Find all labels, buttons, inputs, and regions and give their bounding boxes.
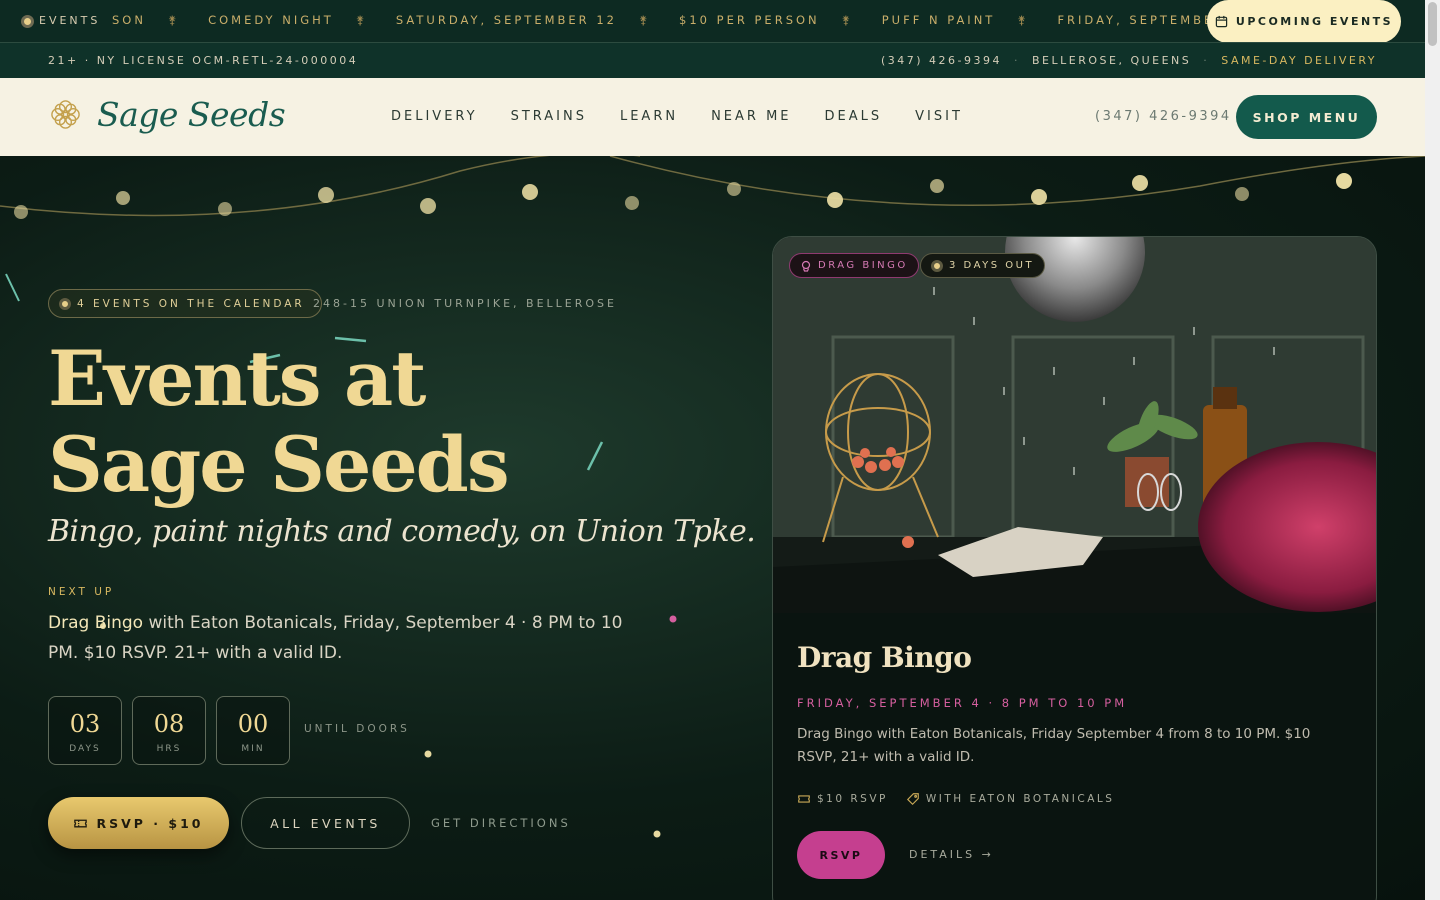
crown-icon <box>801 260 811 272</box>
upcoming-events-button[interactable]: UPCOMING EVENTS <box>1207 0 1401 42</box>
event-photo: DRAG BINGO 3 DAYS OUT <box>773 237 1376 613</box>
separator-dot: · <box>1014 54 1021 67</box>
infobar-phone-link[interactable]: (347) 426-9394 <box>881 54 1002 67</box>
shop-menu-button[interactable]: SHOP MENU <box>1236 95 1377 139</box>
ticker-separator-icon: ⚵ <box>841 13 854 27</box>
ticket-icon <box>798 795 810 803</box>
featured-event-card: DRAG BINGO 3 DAYS OUT Drag Bingo FRIDAY,… <box>772 236 1377 900</box>
days-out-tag: 3 DAYS OUT <box>920 253 1046 278</box>
ticker-item: SATURDAY, SEPTEMBER 12 <box>395 13 617 27</box>
countdown-hours: 08 HRS <box>132 696 206 765</box>
ticker-separator-icon: ⚵ <box>1017 13 1029 27</box>
event-price-label: $10 RSVP <box>817 793 888 805</box>
nav-menu: DELIVERY STRAINS LEARN NEAR ME DEALS VIS… <box>391 109 963 124</box>
ticker-track: SON ⚵ COMEDY NIGHT ⚵ SATURDAY, SEPTEMBER 1… <box>112 13 1264 29</box>
nav-item-deals[interactable]: DEALS <box>825 109 883 124</box>
event-details-link[interactable]: DETAILS → <box>909 848 994 861</box>
countdown-value: 03 <box>69 710 101 738</box>
countdown-days: 03 DAYS <box>48 696 122 765</box>
page-title: Events at Sage Seeds <box>48 334 510 509</box>
ticker-item: PUFF N PAINT <box>881 13 996 27</box>
event-title: Drag Bingo <box>797 641 972 674</box>
store-address: 248-15 UNION TURNPIKE, BELLEROSE <box>313 297 617 310</box>
days-out-label: 3 DAYS OUT <box>949 260 1035 271</box>
separator-dot: · <box>1203 54 1210 67</box>
get-directions-link[interactable]: GET DIRECTIONS <box>431 816 571 830</box>
countdown-value: 00 <box>237 710 269 738</box>
info-bar: 21+ · NY LICENSE OCM-RETL-24-000004 (347… <box>0 43 1425 78</box>
ticker-status-dot <box>21 15 34 28</box>
license-text: 21+ · NY LICENSE OCM-RETL-24-000004 <box>48 54 359 67</box>
brand-logo-link[interactable]: Sage Seeds <box>48 95 286 134</box>
countdown-unit: MIN <box>241 744 265 754</box>
events-count-label: 4 EVENTS ON THE CALENDAR <box>77 297 305 310</box>
string-lights-decoration <box>0 156 1425 219</box>
status-dot-icon <box>59 297 71 310</box>
main-nav: Sage Seeds DELIVERY STRAINS LEARN NEAR M… <box>0 78 1425 156</box>
nav-item-learn[interactable]: LEARN <box>620 109 678 124</box>
event-partner-label: WITH EATON BOTANICALS <box>925 793 1115 805</box>
scrollbar-thumb[interactable] <box>1428 2 1437 46</box>
ticket-icon <box>74 819 88 827</box>
event-type-label: DRAG BINGO <box>818 260 908 271</box>
upcoming-events-label: UPCOMING EVENTS <box>1235 15 1394 28</box>
nav-phone-link[interactable]: (347) 426-9394 <box>1095 109 1232 124</box>
all-events-button[interactable]: ALL EVENTS <box>241 797 410 849</box>
countdown-minutes: 00 MIN <box>216 696 290 765</box>
tag-icon <box>906 793 919 806</box>
ticker-separator-icon: ⚵ <box>638 13 651 27</box>
page-scrollbar[interactable] <box>1425 0 1440 900</box>
calendar-icon <box>1215 15 1228 28</box>
nav-item-strains[interactable]: STRAINS <box>511 109 587 124</box>
infobar-location: BELLEROSE, QUEENS <box>1032 54 1192 67</box>
ticker-item: $10 PER PERSON <box>679 13 820 27</box>
card-rsvp-button[interactable]: RSVP <box>797 831 885 879</box>
event-date: FRIDAY, SEPTEMBER 4 · 8 PM TO 10 PM <box>797 696 1128 710</box>
ticker-separator-icon: ⚵ <box>167 13 180 27</box>
event-description: Drag Bingo with Eaton Botanicals, Friday… <box>797 726 1311 765</box>
ticker-item: SON <box>112 13 146 27</box>
next-up-label: NEXT UP <box>48 586 115 598</box>
events-ticker: EVENTS SON ⚵ COMEDY NIGHT ⚵ SATURDAY, SEPT… <box>0 0 1425 43</box>
event-price: $10 RSVP <box>797 792 888 806</box>
status-dot-icon <box>931 259 943 272</box>
rsvp-button-label: RSVP · $10 <box>96 815 204 831</box>
brand-name: Sage Seeds <box>97 95 286 134</box>
event-partner: WITH EATON BOTANICALS <box>906 792 1115 806</box>
rsvp-button[interactable]: RSVP · $10 <box>48 797 229 849</box>
countdown-unit: HRS <box>156 744 182 754</box>
until-doors-label: UNTIL DOORS <box>304 723 410 735</box>
ticker-label: EVENTS <box>39 14 101 27</box>
events-count-pill: 4 EVENTS ON THE CALENDAR <box>48 289 322 318</box>
info-bar-right: (347) 426-9394 · BELLEROSE, QUEENS · SAM… <box>881 54 1377 67</box>
nav-item-near-me[interactable]: NEAR ME <box>711 109 791 124</box>
countdown-unit: DAYS <box>69 744 101 754</box>
ticker-separator-icon: ⚵ <box>355 13 368 27</box>
event-meta: $10 RSVP WITH EATON BOTANICALS <box>797 792 1114 806</box>
drag-bingo-photo-illustration <box>773 237 1376 613</box>
ticker-item: COMEDY NIGHT <box>208 13 334 27</box>
same-day-delivery-link[interactable]: SAME-DAY DELIVERY <box>1221 54 1377 67</box>
next-event-description: Drag Bingo with Eaton Botanicals, Friday… <box>48 608 648 668</box>
nav-item-visit[interactable]: VISIT <box>915 109 963 124</box>
events-hero: 4 EVENTS ON THE CALENDAR 248-15 UNION TU… <box>0 156 1425 900</box>
event-type-tag: DRAG BINGO <box>789 253 919 278</box>
flower-logo-icon <box>51 100 80 129</box>
countdown-value: 08 <box>153 710 185 738</box>
next-event-name: Drag Bingo <box>48 613 144 633</box>
nav-item-delivery[interactable]: DELIVERY <box>391 109 478 124</box>
hero-tagline: Bingo, paint nights and comedy, on Union… <box>48 514 756 549</box>
